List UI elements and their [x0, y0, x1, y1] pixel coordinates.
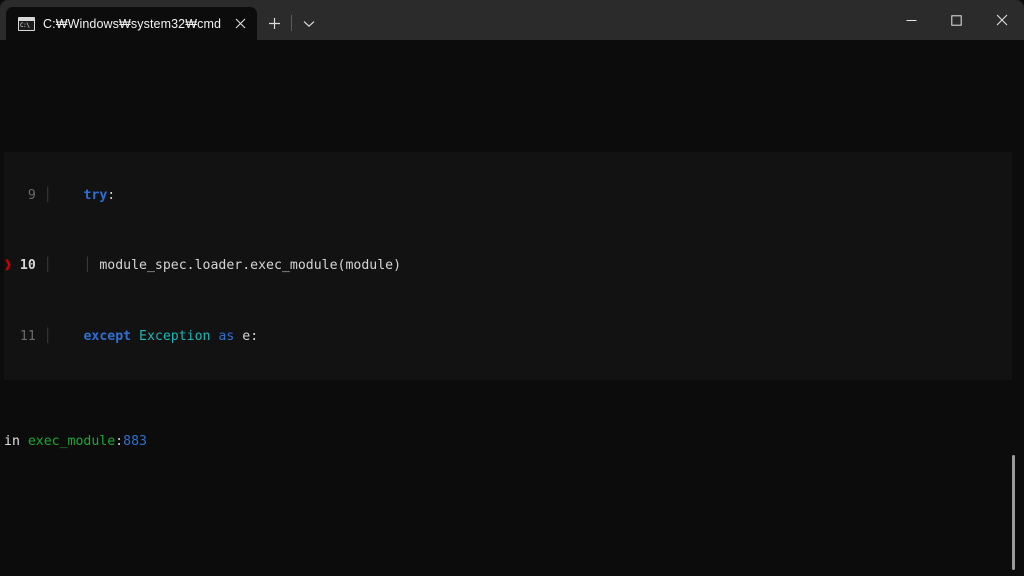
traceback-frame-1-code: 9 │ try: ❱ 10 │ │ module_spec.loader.exe…	[4, 151, 1012, 381]
function-name: exec_module	[27, 434, 116, 450]
code-text: module_spec.loader.exec_module(module)	[99, 258, 402, 274]
code-line: 11 │ except Exception as e:	[19, 328, 259, 344]
code-line-current: ❱ 10 │ │ module_spec.loader.exec_module(…	[4, 258, 402, 274]
window-controls	[889, 0, 1024, 40]
tab-strip: C:₩Windows₩system32₩cmd	[0, 0, 326, 40]
maximize-button[interactable]	[934, 0, 979, 40]
keyword-except: except	[83, 328, 132, 344]
terminal-scrollbar[interactable]	[1012, 455, 1015, 570]
traceback-frame-1-footer: in exec_module:883	[4, 434, 147, 450]
chevron-down-icon[interactable]	[292, 7, 326, 40]
terminal-output-area[interactable]: 9 │ try: ❱ 10 │ │ module_spec.loader.exe…	[0, 40, 1024, 576]
line-number: 11	[19, 328, 36, 344]
line-number: 9	[27, 187, 36, 203]
tab-cmd[interactable]: C:₩Windows₩system32₩cmd	[6, 7, 258, 40]
line-number: 10	[19, 258, 36, 274]
close-tab-icon[interactable]	[229, 13, 251, 35]
exception-class: Exception	[131, 328, 219, 344]
terminal-window: C:₩Windows₩system32₩cmd	[0, 0, 1024, 576]
keyword-as: as	[218, 328, 235, 344]
line-number: 883	[123, 434, 147, 450]
cmd-console-icon	[18, 16, 35, 31]
tab-title: C:₩Windows₩system32₩cmd	[43, 16, 222, 31]
code-line: 9 │ try:	[27, 187, 116, 203]
keyword-try: try	[83, 187, 108, 203]
title-bar[interactable]: C:₩Windows₩system32₩cmd	[0, 0, 1024, 40]
current-frame-marker: ❱	[4, 258, 12, 274]
minimize-button[interactable]	[889, 0, 934, 40]
new-tab-button[interactable]	[257, 7, 291, 40]
close-button[interactable]	[979, 0, 1024, 40]
